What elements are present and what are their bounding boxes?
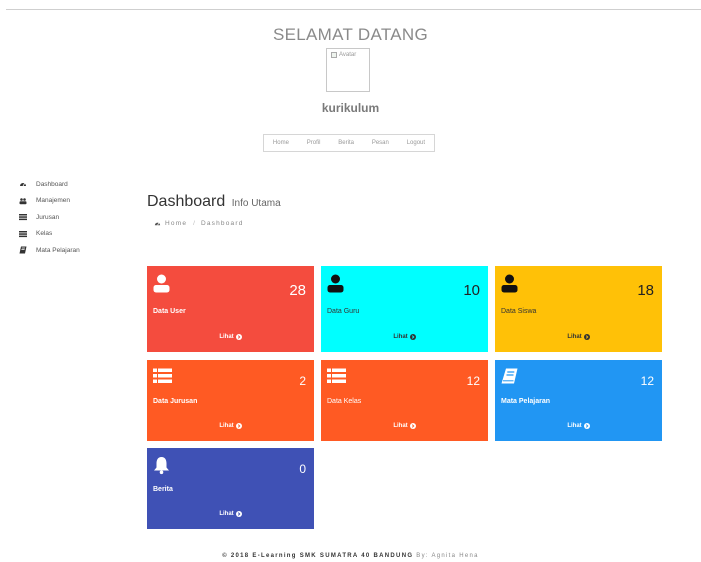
dashboard-icon xyxy=(154,220,161,227)
card-count: 18 xyxy=(637,282,654,299)
dashboard-icon xyxy=(19,180,27,188)
user-icon xyxy=(153,274,170,298)
avatar-alt-text: Avatar xyxy=(339,52,357,58)
card-label: Berita xyxy=(153,486,173,493)
card-lihat-link[interactable]: Lihat xyxy=(495,423,662,429)
top-navigation: Home Profil Berita Pesan Logout xyxy=(263,134,435,152)
card-label: Data User xyxy=(153,308,186,315)
card-lihat-link[interactable]: Lihat xyxy=(495,334,662,340)
breadcrumb-home-link[interactable]: Home xyxy=(165,220,187,227)
sidebar-item-dashboard[interactable]: Dashboard xyxy=(19,176,80,193)
card-mata-pelajaran: 12 Mata Pelajaran Lihat xyxy=(495,360,662,441)
card-label: Mata Pelajaran xyxy=(501,398,551,405)
card-count: 12 xyxy=(640,374,654,388)
sidebar-item-label: Manajemen xyxy=(36,197,70,205)
user-icon xyxy=(501,274,518,298)
arrow-circle-right-icon xyxy=(583,334,590,340)
nav-berita-link[interactable]: Berita xyxy=(338,140,354,146)
page-subtitle: Info Utama xyxy=(231,198,281,209)
card-count: 28 xyxy=(289,282,306,299)
list-icon xyxy=(19,213,27,221)
card-data-jurusan: 2 Data Jurusan Lihat xyxy=(147,360,314,441)
lihat-text: Lihat xyxy=(567,423,582,429)
sidebar-item-label: Kelas xyxy=(36,230,53,238)
card-lihat-link[interactable]: Lihat xyxy=(147,423,314,429)
card-data-guru: 10 Data Guru Lihat xyxy=(321,266,488,352)
sidebar-item-label: Jurusan xyxy=(36,213,60,221)
nav-profil-link[interactable]: Profil xyxy=(307,140,321,146)
card-label: Data Guru xyxy=(327,308,360,315)
username: kurikulum xyxy=(321,101,380,115)
page-title-text: Dashboard xyxy=(147,193,226,210)
card-label: Data Jurusan xyxy=(153,398,198,405)
sidebar-item-kelas[interactable]: Kelas xyxy=(19,226,80,243)
arrow-circle-right-icon xyxy=(409,423,416,429)
card-data-siswa: 18 Data Siswa Lihat xyxy=(495,266,662,352)
avatar: Avatar xyxy=(326,48,370,92)
card-label: Data Siswa xyxy=(501,308,537,315)
breadcrumb-current: Dashboard xyxy=(200,220,244,227)
card-lihat-link[interactable]: Lihat xyxy=(147,334,314,340)
broken-image-icon: Avatar xyxy=(331,52,356,58)
sidebar-item-mata-pelajaran[interactable]: Mata Pelajaran xyxy=(19,242,80,259)
nav-logout-link[interactable]: Logout xyxy=(407,140,425,146)
card-count: 10 xyxy=(463,282,480,299)
user-icon xyxy=(327,274,344,298)
top-divider xyxy=(6,9,701,10)
bell-icon xyxy=(153,456,170,480)
sidebar-item-jurusan[interactable]: Jurusan xyxy=(19,209,80,226)
book-icon xyxy=(19,246,27,254)
sidebar-item-label: Mata Pelajaran xyxy=(36,246,80,254)
lihat-text: Lihat xyxy=(219,423,234,429)
card-count: 0 xyxy=(299,462,306,476)
footer-copyright: © 2018 E-Learning SMK SUMATRA 40 BANDUNG xyxy=(222,553,414,559)
card-data-user: 28 Data User Lihat xyxy=(147,266,314,352)
card-berita: 0 Berita Lihat xyxy=(147,448,314,529)
sidebar-item-label: Dashboard xyxy=(36,180,68,188)
footer: © 2018 E-Learning SMK SUMATRA 40 BANDUNG… xyxy=(0,553,701,559)
list-icon xyxy=(19,230,27,238)
arrow-circle-right-icon xyxy=(409,334,416,340)
lihat-text: Lihat xyxy=(219,511,234,517)
card-lihat-link[interactable]: Lihat xyxy=(321,423,488,429)
card-label: Data Kelas xyxy=(327,398,362,405)
card-count: 12 xyxy=(466,374,480,388)
nav-home-link[interactable]: Home xyxy=(273,140,289,146)
lihat-text: Lihat xyxy=(393,423,408,429)
arrow-circle-right-icon xyxy=(583,423,590,429)
lihat-text: Lihat xyxy=(393,334,408,340)
lihat-text: Lihat xyxy=(567,334,582,340)
lihat-text: Lihat xyxy=(219,334,234,340)
card-lihat-link[interactable]: Lihat xyxy=(147,511,314,517)
users-icon xyxy=(19,197,27,205)
arrow-circle-right-icon xyxy=(235,334,242,340)
breadcrumb: Home / Dashboard xyxy=(154,220,244,227)
sidebar-item-manajemen[interactable]: Manajemen xyxy=(19,193,80,210)
arrow-circle-right-icon xyxy=(235,511,242,517)
card-lihat-link[interactable]: Lihat xyxy=(321,334,488,340)
list-icon xyxy=(327,368,346,389)
arrow-circle-right-icon xyxy=(235,423,242,429)
welcome-heading: SELAMAT DATANG xyxy=(272,25,429,44)
page-title: Dashboard Info Utama xyxy=(147,193,281,211)
breadcrumb-separator: / xyxy=(193,220,195,227)
card-count: 2 xyxy=(299,374,306,388)
sidebar: Dashboard Manajemen Jurusan Kelas Mata P… xyxy=(19,176,80,259)
nav-pesan-link[interactable]: Pesan xyxy=(372,140,389,146)
footer-author: By: Agnita Hena xyxy=(416,553,479,559)
card-data-kelas: 12 Data Kelas Lihat xyxy=(321,360,488,441)
book-icon xyxy=(501,368,518,389)
list-icon xyxy=(153,368,172,389)
